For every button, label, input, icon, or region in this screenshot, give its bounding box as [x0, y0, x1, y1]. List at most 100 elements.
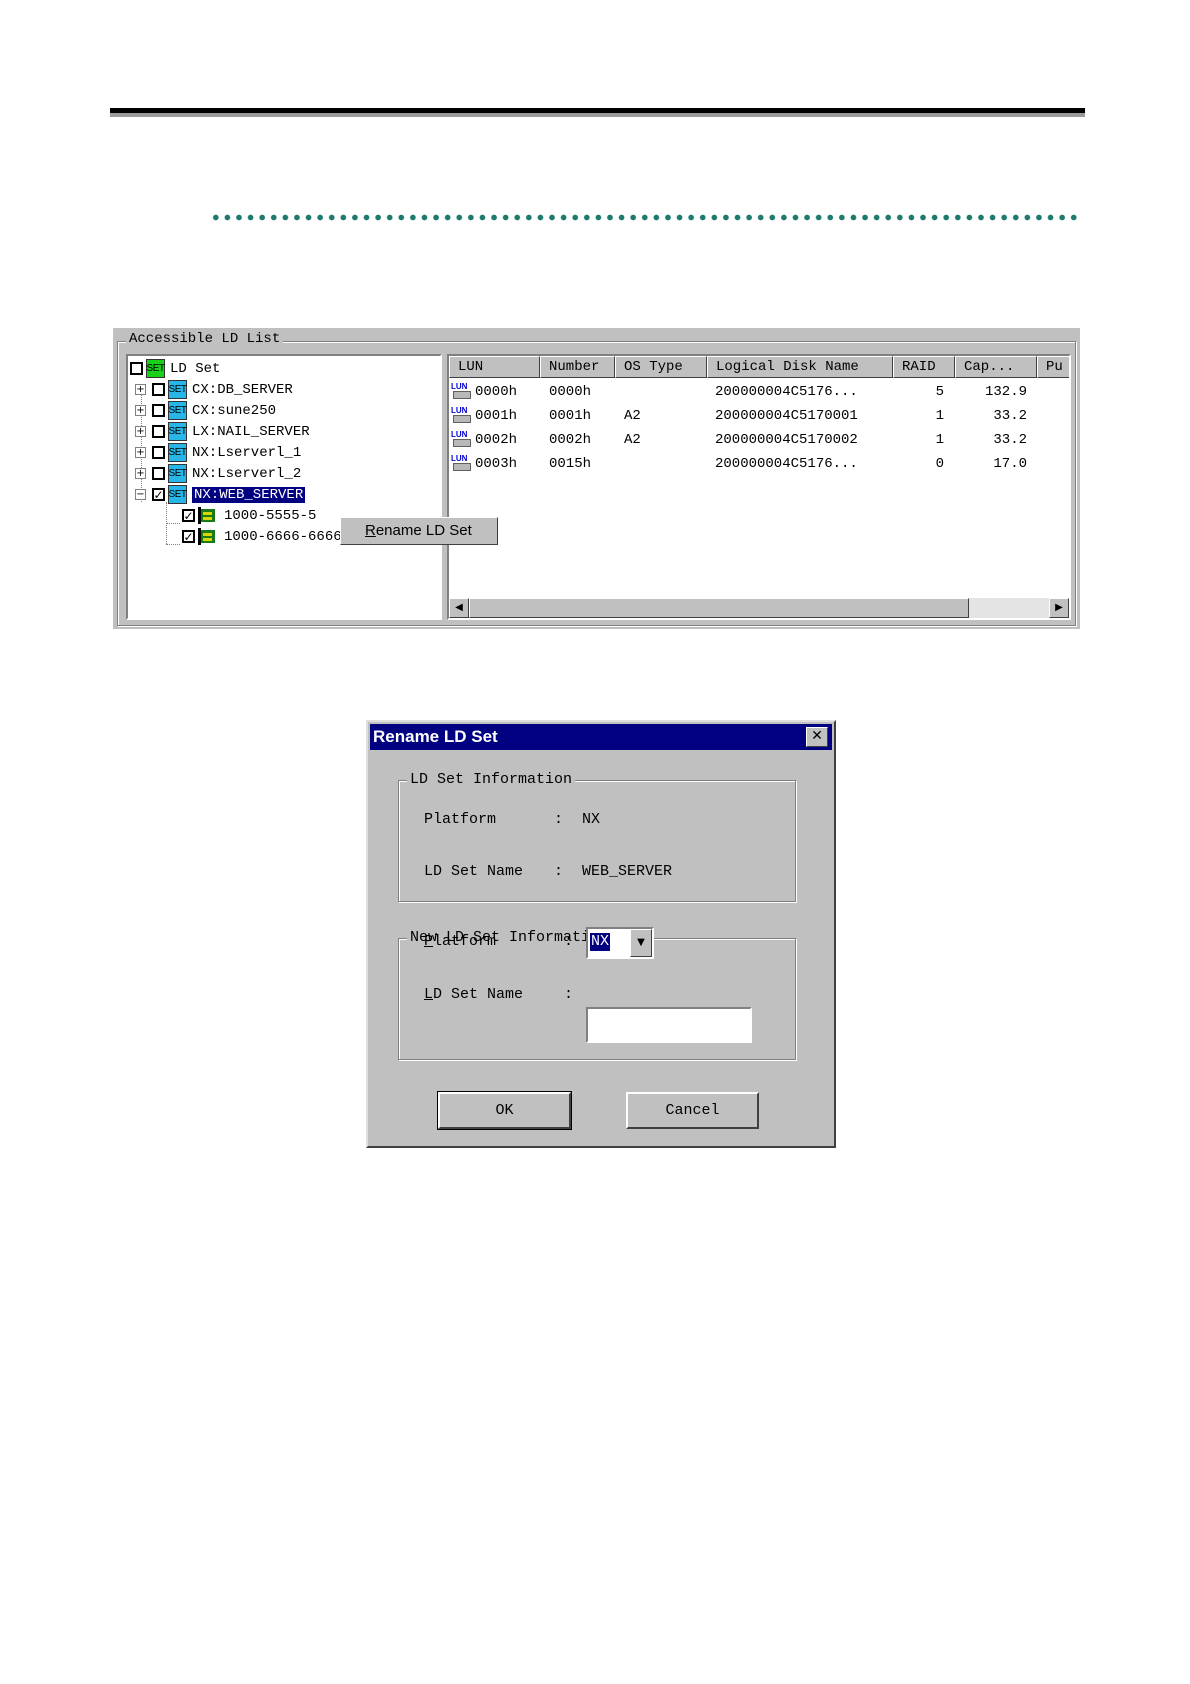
- cell-raid: 1: [935, 408, 944, 424]
- lun-icon: LUN: [451, 454, 472, 473]
- column-header-number[interactable]: Number: [540, 356, 615, 378]
- checkbox[interactable]: [152, 425, 165, 438]
- cell-number: 0000h: [549, 384, 592, 400]
- lun-icon: LUN: [451, 430, 472, 449]
- checkbox[interactable]: [130, 362, 143, 375]
- column-header-logical-disk-name[interactable]: Logical Disk Name: [707, 356, 893, 378]
- new-ld-set-name-label: LD Set Name: [424, 986, 524, 1003]
- new-platform-label: Platform: [424, 933, 497, 950]
- ld-set-information-group: LD Set Information: [398, 771, 796, 902]
- ld-set-name-value: WEB_SERVER: [582, 863, 673, 880]
- expand-icon[interactable]: +: [135, 426, 146, 437]
- colon: :: [554, 863, 564, 880]
- platform-select[interactable]: NX ▼: [586, 927, 654, 959]
- expand-icon[interactable]: +: [135, 447, 146, 458]
- checkbox[interactable]: [152, 467, 165, 480]
- tree-item-label: CX:sune250: [192, 402, 277, 419]
- cell-logical-disk-name: 200000004C5176...: [715, 384, 858, 400]
- set-icon: SET: [168, 464, 187, 483]
- column-header-capacity[interactable]: Cap...: [955, 356, 1037, 378]
- cell-number: 0015h: [549, 456, 592, 472]
- scroll-right-icon[interactable]: ▶: [1049, 598, 1069, 618]
- ld-set-tree[interactable]: SET LD Set + SET CX:DB_SERVER + SET CX:s…: [126, 354, 442, 620]
- ld-set-name-label: LD Set Name: [424, 863, 524, 880]
- tree-item-nx-web-server[interactable]: − ✓ SET NX:WEB_SERVER: [135, 484, 306, 505]
- logical-disk-list[interactable]: LUN Number OS Type Logical Disk Name RAI…: [447, 354, 1071, 620]
- column-header-pu[interactable]: Pu: [1037, 356, 1069, 378]
- cell-os-type: A2: [624, 408, 641, 424]
- lun-icon: LUN: [451, 382, 472, 401]
- cell-number: 0002h: [549, 432, 592, 448]
- cell-lun: 0000h: [475, 384, 518, 400]
- colon: :: [564, 933, 574, 950]
- close-icon[interactable]: ✕: [806, 727, 828, 747]
- tree-item-nx-lserverl-1[interactable]: + SET NX:Lserverl_1: [135, 442, 301, 463]
- tree-item-cx-db-server[interactable]: + SET CX:DB_SERVER: [135, 379, 293, 400]
- tree-item-lx-nail-server[interactable]: + SET LX:NAIL_SERVER: [135, 421, 310, 442]
- tree-root-label: LD Set: [170, 360, 221, 377]
- scroll-thumb[interactable]: [469, 598, 969, 618]
- chevron-down-icon[interactable]: ▼: [630, 929, 652, 957]
- tree-item-label: NX:Lserverl_2: [192, 465, 302, 482]
- set-icon: SET: [146, 359, 165, 378]
- checkbox[interactable]: [152, 383, 165, 396]
- cell-raid: 1: [935, 432, 944, 448]
- cell-number: 0001h: [549, 408, 592, 424]
- dialog-title: Rename LD Set: [373, 727, 498, 746]
- tree-item-nx-lserverl-2[interactable]: + SET NX:Lserverl_2: [135, 463, 301, 484]
- scroll-left-icon[interactable]: ◀: [449, 598, 469, 618]
- column-header-raid[interactable]: RAID: [893, 356, 955, 378]
- dotted-divider: [210, 214, 1080, 221]
- accessible-ld-list-panel: Accessible LD List SET LD Set + SET CX:D…: [113, 328, 1080, 629]
- set-icon: SET: [168, 422, 187, 441]
- lun-icon: LUN: [451, 406, 472, 425]
- platform-selected-value: NX: [590, 933, 611, 951]
- hba-icon: [198, 527, 217, 546]
- tree-child-label: 1000-5555-5: [224, 507, 317, 524]
- cell-capacity: 132.9: [984, 384, 1027, 400]
- tree-child-hba-1[interactable]: ✓ 1000-5555-5: [182, 505, 316, 526]
- tree-root[interactable]: SET LD Set: [130, 358, 220, 379]
- set-icon: SET: [168, 443, 187, 462]
- expand-icon[interactable]: +: [135, 384, 146, 395]
- ok-button[interactable]: OK: [437, 1091, 572, 1130]
- tree-item-cx-sune250[interactable]: + SET CX:sune250: [135, 400, 276, 421]
- tree-item-label: NX:Lserverl_1: [192, 444, 302, 461]
- expand-icon[interactable]: +: [135, 468, 146, 479]
- platform-value: NX: [582, 811, 601, 828]
- cell-lun: 0001h: [475, 408, 518, 424]
- tree-item-label-selected: NX:WEB_SERVER: [192, 486, 306, 503]
- cancel-button[interactable]: Cancel: [626, 1092, 759, 1129]
- cell-logical-disk-name: 200000004C5170001: [715, 408, 858, 424]
- colon: :: [564, 986, 574, 1003]
- checkbox[interactable]: [152, 404, 165, 417]
- checkbox-checked[interactable]: ✓: [182, 509, 195, 522]
- cell-capacity: 17.0: [993, 456, 1027, 472]
- group-title: LD Set Information: [407, 771, 576, 789]
- page-top-rule-shadow: [110, 113, 1085, 117]
- collapse-icon[interactable]: −: [135, 489, 146, 500]
- horizontal-scrollbar[interactable]: ◀ ▶: [449, 598, 1069, 618]
- cell-raid: 5: [935, 384, 944, 400]
- colon: :: [554, 811, 564, 828]
- checkbox-checked[interactable]: ✓: [152, 488, 165, 501]
- set-icon: SET: [168, 380, 187, 399]
- checkbox[interactable]: [152, 446, 165, 459]
- hba-icon: [198, 506, 217, 525]
- cell-lun: 0002h: [475, 432, 518, 448]
- context-menu-rename-ld-set[interactable]: Rename LD Set: [340, 517, 498, 545]
- ld-set-name-input[interactable]: [586, 1007, 752, 1043]
- tree-item-label: CX:DB_SERVER: [192, 381, 293, 398]
- cell-capacity: 33.2: [993, 432, 1027, 448]
- expand-icon[interactable]: +: [135, 405, 146, 416]
- cell-lun: 0003h: [475, 456, 518, 472]
- tree-item-label: LX:NAIL_SERVER: [192, 423, 310, 440]
- column-header-lun[interactable]: LUN: [449, 356, 540, 378]
- set-icon: SET: [168, 485, 187, 504]
- cell-logical-disk-name: 200000004C5170002: [715, 432, 858, 448]
- column-header-os-type[interactable]: OS Type: [615, 356, 707, 378]
- cell-os-type: A2: [624, 432, 641, 448]
- dialog-title-bar[interactable]: Rename LD Set ✕: [370, 724, 832, 750]
- set-icon: SET: [168, 401, 187, 420]
- checkbox-checked[interactable]: ✓: [182, 530, 195, 543]
